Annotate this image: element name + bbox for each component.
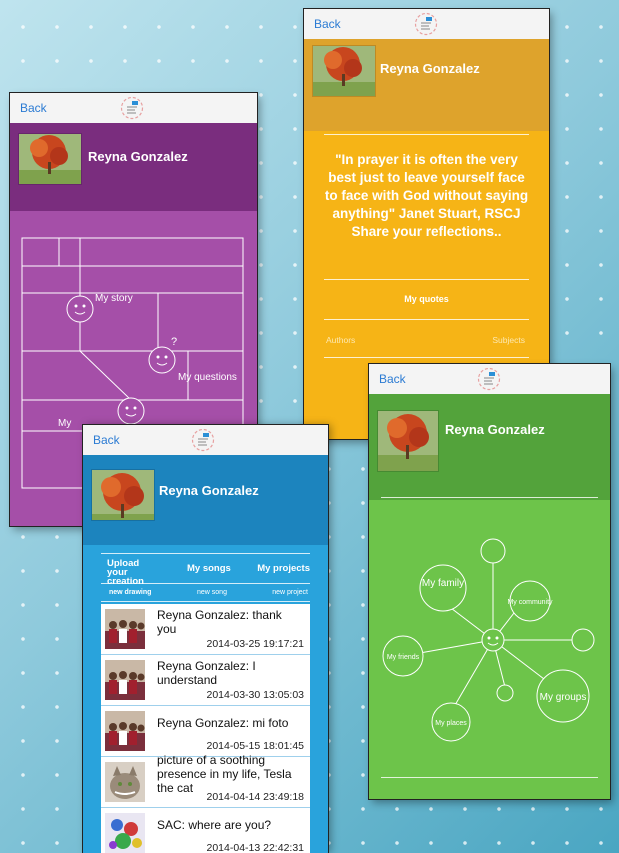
list-item[interactable]: Reyna Gonzalez: thank you 2014-03-25 19:… (101, 604, 310, 655)
item-text: Reyna Gonzalez: thank you (157, 608, 282, 636)
profile-name: Reyna Gonzalez (88, 149, 188, 164)
creation-tabs: Upload your creation My songs My project… (101, 559, 310, 587)
divider (101, 601, 310, 602)
divider (381, 497, 598, 498)
node-friends-label[interactable]: My friends (387, 654, 420, 661)
creations-screen: Back Reyna Gonzalez Upload your creation… (83, 425, 328, 853)
new-drawing-button[interactable]: new drawing (109, 589, 151, 596)
profile-name: Reyna Gonzalez (380, 61, 480, 76)
back-button[interactable]: Back (20, 101, 47, 115)
divider (324, 357, 529, 358)
node-places-label[interactable]: My places (435, 720, 467, 727)
node-community-label[interactable]: My community (507, 599, 553, 606)
item-date: 2014-03-30 13:05:03 (206, 689, 305, 701)
avatar (377, 410, 439, 472)
divider (101, 583, 310, 584)
profile-header: Reyna Gonzalez (369, 394, 610, 500)
app-logo-icon (191, 428, 215, 452)
map-label-partial[interactable]: My (58, 418, 71, 429)
back-button[interactable]: Back (93, 433, 120, 447)
divider (324, 319, 529, 320)
new-project-button[interactable]: new project (272, 589, 308, 596)
avatar (312, 45, 376, 97)
group-photo-thumbnail (105, 609, 145, 649)
map-label-questions[interactable]: My questions (178, 372, 237, 383)
network-screen: Back Reyna Gonzalez My family My communi… (369, 364, 610, 799)
group-photo-thumbnail (105, 660, 145, 700)
question-mark: ? (171, 336, 177, 348)
creations-list[interactable]: Reyna Gonzalez: thank you 2014-03-25 19:… (101, 604, 310, 853)
reflection-prompt[interactable]: Share your reflections.. (351, 224, 501, 239)
network-graph[interactable]: My family My community My friends My gro… (369, 500, 610, 780)
list-item[interactable]: SAC: where are you? 2014-04-13 22:42:31 (101, 808, 310, 853)
back-button[interactable]: Back (379, 372, 406, 386)
item-text: SAC: where are you? (157, 818, 272, 832)
item-text: picture of a soothing presence in my lif… (157, 753, 292, 795)
profile-name: Reyna Gonzalez (159, 483, 259, 498)
profile-name: Reyna Gonzalez (445, 422, 545, 437)
cat-photo-thumbnail (105, 762, 145, 802)
tab-songs[interactable]: My songs (187, 563, 231, 574)
avatar (18, 133, 82, 185)
item-date: 2014-04-13 22:42:31 (206, 842, 305, 853)
list-item[interactable]: picture of a soothing presence in my lif… (101, 753, 310, 808)
avatar (91, 469, 155, 521)
drawing-thumbnail (105, 813, 145, 853)
item-text: Reyna Gonzalez: I understand (157, 659, 256, 687)
app-logo-icon (120, 96, 144, 120)
new-song-button[interactable]: new song (197, 589, 227, 596)
quote-body: "In prayer it is often the very best jus… (324, 152, 529, 221)
profile-header: Reyna Gonzalez (83, 455, 328, 545)
list-item[interactable]: Reyna Gonzalez: I understand 2014-03-30 … (101, 655, 310, 706)
top-bar: Back (83, 425, 328, 456)
item-text: Reyna Gonzalez: mi foto (157, 716, 289, 730)
quote-text: "In prayer it is often the very best jus… (320, 151, 533, 241)
divider (381, 777, 598, 778)
node-family-label: My family (422, 578, 464, 589)
divider (324, 134, 529, 135)
item-date: 2014-04-14 23:49:18 (206, 791, 305, 803)
tab-upload[interactable]: Upload your creation (107, 559, 159, 587)
node-groups-label[interactable]: My groups (540, 692, 587, 703)
top-bar: Back (304, 9, 549, 40)
item-date: 2014-03-25 19:17:21 (206, 638, 305, 650)
top-bar: Back (10, 93, 257, 124)
authors-tab[interactable]: Authors (326, 335, 355, 345)
group-photo-thumbnail (105, 711, 145, 751)
profile-header: Reyna Gonzalez (10, 123, 257, 211)
profile-header: Reyna Gonzalez (304, 39, 549, 131)
list-item[interactable]: Reyna Gonzalez: mi foto 2014-05-15 18:01… (101, 706, 310, 757)
top-bar: Back (369, 364, 610, 395)
divider (101, 553, 310, 554)
tab-projects[interactable]: My projects (257, 563, 310, 574)
divider (324, 279, 529, 280)
map-label-story[interactable]: My story (95, 293, 133, 304)
my-quotes-button[interactable]: My quotes (304, 294, 549, 304)
node-family[interactable]: My family (422, 578, 464, 589)
subjects-tab[interactable]: Subjects (492, 335, 525, 345)
item-date: 2014-05-15 18:01:45 (206, 740, 305, 752)
back-button[interactable]: Back (314, 17, 341, 31)
app-logo-icon (414, 12, 438, 36)
app-logo-icon (477, 367, 501, 391)
